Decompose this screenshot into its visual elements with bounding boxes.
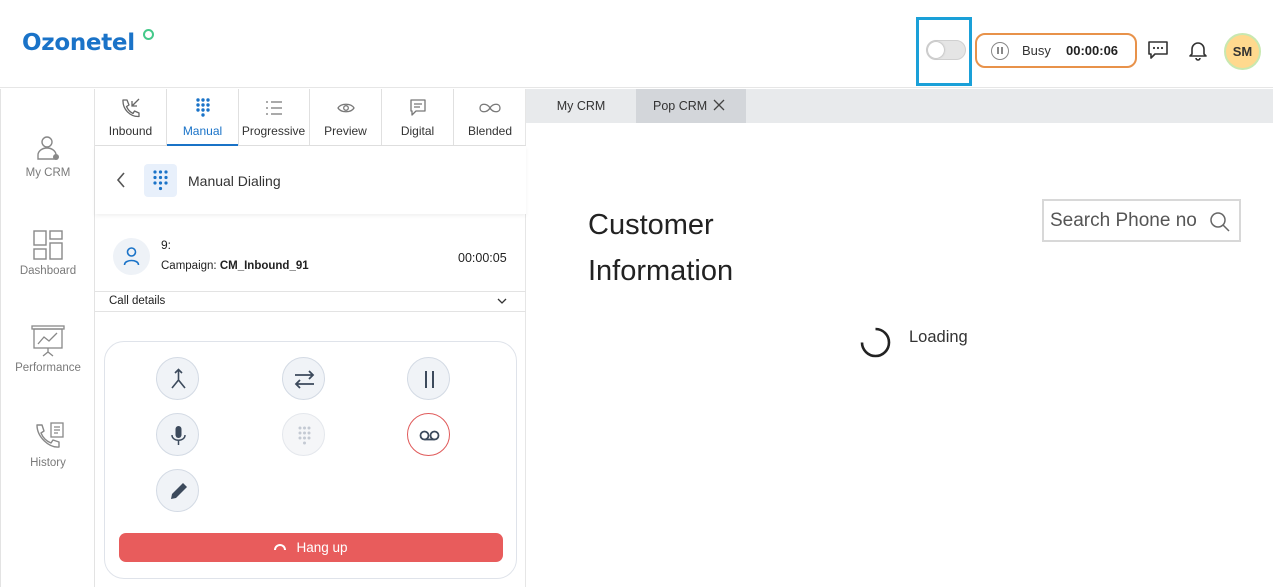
ozonetel-logo: Ozonetel [22,30,135,56]
top-header: Ozonetel Busy 00:00:06 SM [0,0,1273,88]
edit-icon [171,483,187,499]
tab-my-crm[interactable]: My CRM [526,89,636,123]
list-icon [265,101,282,115]
toggle-knob [928,42,944,58]
tab-blended[interactable]: Blended [454,89,526,146]
voicemail-record-button[interactable] [407,413,450,456]
tab-label: Preview [324,124,367,138]
dialpad-button[interactable] [282,413,325,456]
chevron-left-icon[interactable] [115,170,127,190]
mic-icon [171,426,186,445]
tab-manual[interactable]: Manual [167,89,239,147]
tab-label: Blended [467,124,513,138]
dial-mode-tabs: Inbound Manual Progressive Preview Digit… [95,89,526,147]
status-label: Busy [1022,43,1051,58]
performance-icon [31,325,65,357]
availability-toggle[interactable] [926,40,966,60]
mute-button[interactable] [156,413,199,456]
call-controls-card: Hang up [104,341,517,579]
tab-label: Digital [400,124,435,138]
sidebar-item-history[interactable]: History [1,421,95,469]
chevron-down-icon [497,298,507,304]
logo-dot-icon [143,29,154,40]
transfer-icon [294,370,315,389]
hang-up-icon [274,544,287,551]
dashboard-icon [33,230,63,260]
title-line-1: Customer [588,209,714,241]
person-icon [123,247,140,266]
user-avatar[interactable]: SM [1224,33,1261,70]
sidebar-item-label: Dashboard [19,265,77,277]
sidebar-item-label: History [30,457,66,469]
active-call-card: 9: Campaign: CM_Inbound_91 00:00:05 [95,226,526,292]
tab-progressive[interactable]: Progressive [238,89,310,146]
dialpad-chip [144,164,177,197]
infinity-icon [479,103,501,113]
merge-call-button[interactable] [156,357,199,400]
agent-status-pill[interactable]: Busy 00:00:06 [975,33,1137,68]
pause-icon [991,42,1009,60]
tab-digital[interactable]: Digital [382,89,454,146]
chat-icon[interactable] [1147,40,1169,60]
bell-icon[interactable] [1187,39,1209,61]
tab-label: Pop CRM [653,99,708,113]
campaign-name: CM_Inbound_91 [219,260,309,272]
sidebar-item-my-crm[interactable]: My CRM [1,133,95,179]
title-line-2: Information [588,255,734,287]
dialer-panel: Inbound Manual Progressive Preview Digit… [95,89,526,587]
status-timer: 00:00:06 [1066,43,1119,58]
sidebar-item-dashboard[interactable]: Dashboard [1,229,95,277]
dialpad-icon [195,98,210,117]
tab-pop-crm[interactable]: Pop CRM [636,89,746,123]
notes-button[interactable] [156,469,199,512]
dialpad-icon [298,426,311,445]
message-icon [409,99,426,116]
manual-dialing-header: Manual Dialing [95,146,526,214]
eye-icon [336,103,355,113]
tab-preview[interactable]: Preview [310,89,382,146]
sidebar-item-label: Performance [15,362,81,374]
call-timer: 00:00:05 [458,251,507,265]
crm-tab-bar: My CRM Pop CRM [526,89,1273,123]
left-sidebar: My CRM Dashboard Performance History [0,89,95,587]
pause-icon [425,371,434,388]
search-icon[interactable] [1209,211,1231,233]
loading-spinner-icon [860,327,891,358]
hang-up-button[interactable]: Hang up [119,533,503,562]
phone-search-box [1042,199,1241,242]
tab-inbound[interactable]: Inbound [95,89,167,146]
caller-number: 9: [161,238,172,252]
sidebar-item-performance[interactable]: Performance [1,324,95,374]
tab-label: Progressive [241,124,306,138]
search-phone-input[interactable] [1050,207,1210,235]
inbound-call-icon [121,98,140,118]
transfer-call-button[interactable] [282,357,325,400]
campaign-label: Campaign: [161,260,217,272]
tab-label: My CRM [556,99,606,113]
agent-icon [37,136,59,160]
merge-icon [171,368,186,389]
tab-label: Manual [182,124,223,138]
loading-text: Loading [909,328,968,346]
record-icon [419,430,440,441]
dialpad-icon [153,170,168,191]
sidebar-item-label: My CRM [25,167,71,179]
tab-label: Inbound [108,124,153,138]
manual-dialing-title: Manual Dialing [188,173,281,189]
call-details-label: Call details [109,295,166,307]
campaign-info: Campaign: CM_Inbound_91 [161,260,309,272]
hang-up-label: Hang up [296,540,348,555]
hold-call-button[interactable] [407,357,450,400]
caller-avatar [113,238,150,275]
customer-information-title: Customer Information [588,202,733,294]
close-icon[interactable] [713,99,725,111]
call-details-toggle[interactable]: Call details [95,292,526,312]
history-icon [36,422,64,448]
